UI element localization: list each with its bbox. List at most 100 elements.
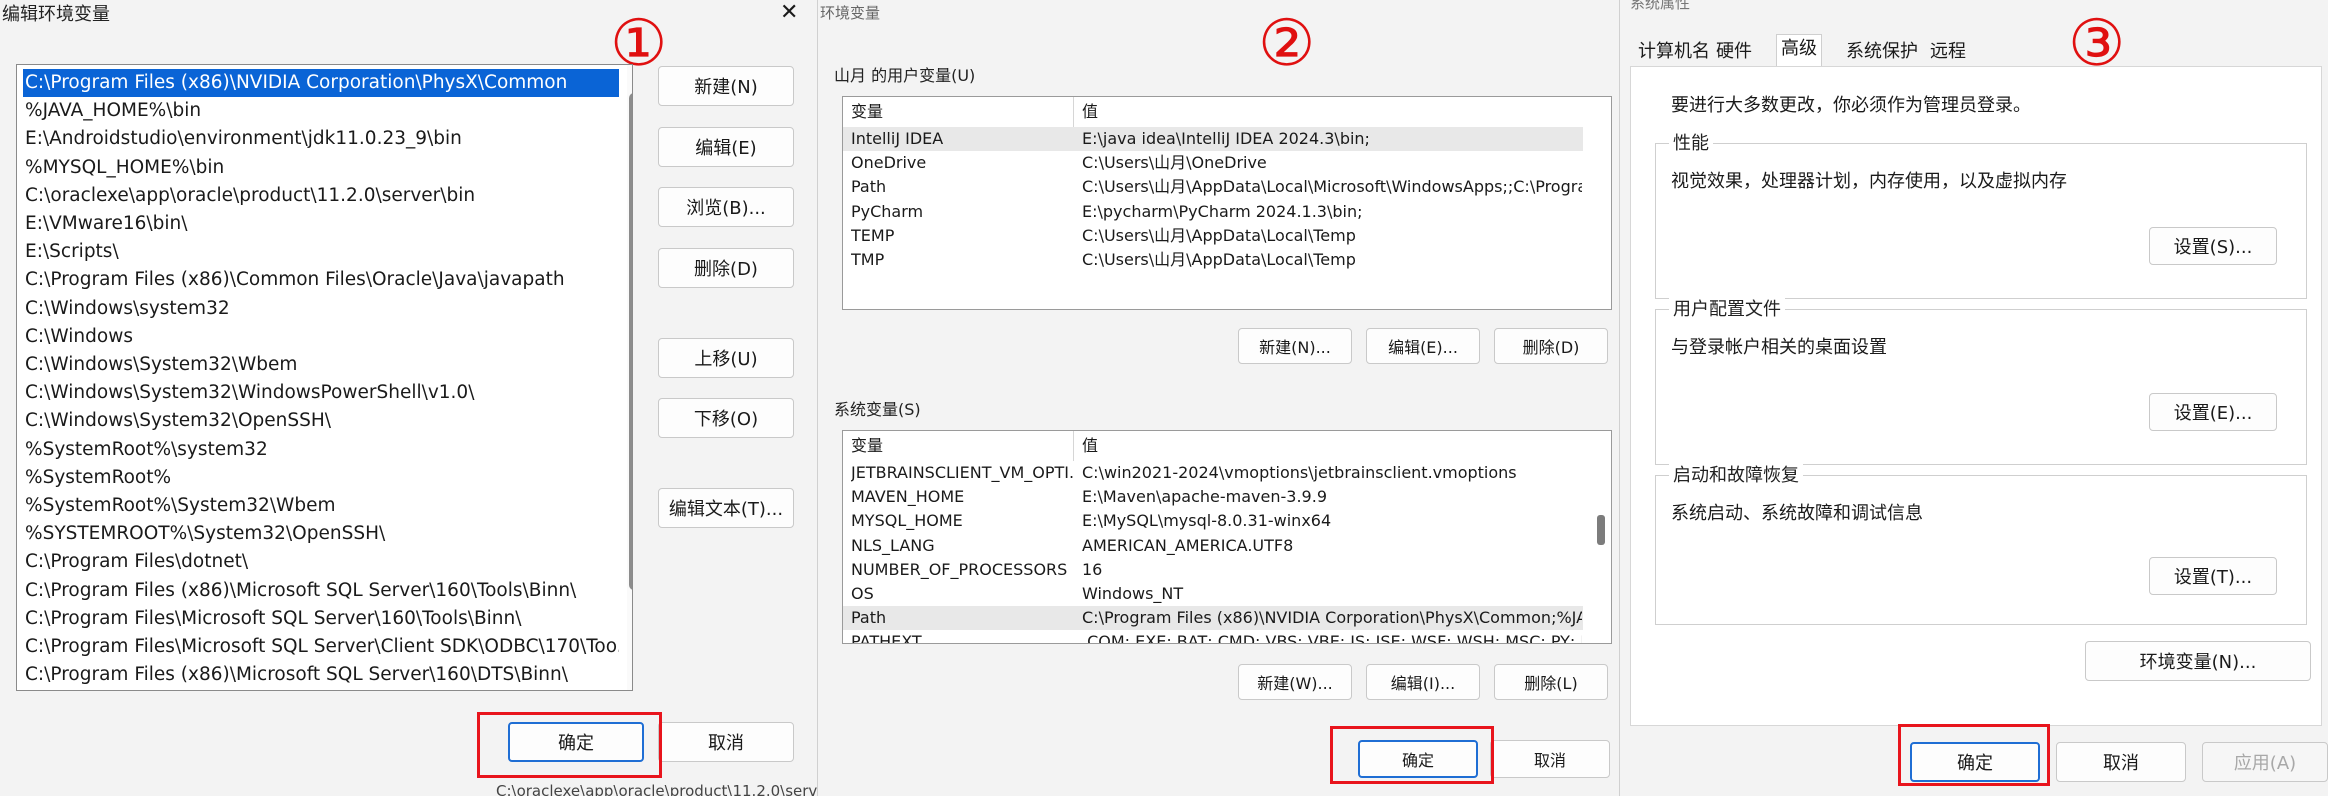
var-name: MYSQL_HOME [851, 511, 963, 531]
dialog-title: 系统属性 [1630, 0, 1691, 12]
path-list-item[interactable]: %SYSTEMROOT%\System32\OpenSSH\ [23, 520, 619, 548]
step-marker-2: ② [1258, 7, 1316, 81]
col-var-header: 变量 [851, 436, 884, 455]
edit-button[interactable]: 编辑(E) [658, 127, 794, 167]
performance-label: 性能 [1669, 129, 1713, 155]
system-new-button[interactable]: 新建(W)... [1238, 664, 1352, 700]
advanced-tab-content: 要进行大多数更改，你必须作为管理员登录。 性能 视觉效果，处理器计划，内存使用，… [1630, 66, 2322, 726]
column-divider [1073, 97, 1074, 127]
table-row[interactable]: NLS_LANG AMERICAN_AMERICA.UTF8 [843, 534, 1583, 558]
path-list-item[interactable]: C:\Program Files\dotnet\ [23, 548, 619, 576]
path-list-item[interactable]: E:\VMware16\bin\ [23, 210, 619, 238]
system-edit-button[interactable]: 编辑(I)... [1366, 664, 1480, 700]
startup-settings-button[interactable]: 设置(T)... [2149, 557, 2277, 595]
path-list-item[interactable]: C:\Windows\System32\OpenSSH\ [23, 407, 619, 435]
path-list-item[interactable]: C:\Windows\System32\WindowsPowerShell\v1… [23, 379, 619, 407]
path-list-item[interactable]: E:\Androidstudio\environment\jdk11.0.23_… [23, 125, 619, 153]
move-up-button[interactable]: 上移(U) [658, 338, 794, 378]
table-row[interactable]: Path C:\Users\山月\AppData\Local\Microsoft\… [843, 175, 1583, 199]
path-list-item[interactable]: C:\Windows\system32 [23, 295, 619, 323]
scrollbar-thumb[interactable] [629, 93, 632, 590]
browse-button[interactable]: 浏览(B)... [658, 187, 794, 227]
move-down-button[interactable]: 下移(O) [658, 398, 794, 438]
var-value: C:\win2021-2024\vmoptions\jetbrainsclien… [1082, 463, 1517, 482]
system-vars-label: 系统变量(S) [834, 400, 921, 419]
path-list-item[interactable]: C:\Program Files\Microsoft SQL Server\16… [23, 605, 619, 633]
table-row[interactable]: OS Windows_NT [843, 582, 1583, 606]
startup-group [1655, 475, 2307, 625]
dialog-title: 编辑环境变量 [2, 4, 110, 25]
table-row[interactable]: IntelliJ IDEA E:\java idea\IntelliJ IDEA … [843, 127, 1583, 151]
path-list-item[interactable]: C:\Program Files (x86)\Microsoft SQL Ser… [23, 577, 619, 605]
var-name: OneDrive [851, 153, 927, 173]
path-list-item[interactable]: C:\Windows\System32\Wbem [23, 351, 619, 379]
profile-settings-button[interactable]: 设置(E)... [2149, 393, 2277, 431]
var-name: OS [851, 584, 874, 603]
table-row[interactable]: OneDrive C:\Users\山月\OneDrive [843, 151, 1583, 175]
var-name: TMP [851, 250, 885, 269]
tab-remote[interactable]: 远程 [1926, 38, 1970, 66]
path-list-item[interactable]: %SystemRoot%\system32 [23, 436, 619, 464]
path-list-item[interactable]: C:\oraclexe\app\oracle\product\11.2.0\se… [23, 182, 619, 210]
table-row[interactable]: JETBRAINSCLIENT_VM_OPTI... C:\win2021-202… [843, 461, 1583, 485]
path-list-item[interactable]: %SystemRoot%\System32\Wbem [23, 492, 619, 520]
path-list-item[interactable]: C:\Program Files (x86)\Microsoft SQL Ser… [23, 661, 619, 689]
user-delete-button[interactable]: 删除(D) [1494, 328, 1608, 364]
path-list-item[interactable]: C:\Program Files (x86)\NVIDIA Corporatio… [23, 69, 619, 97]
cancel-button[interactable]: 取消 [658, 722, 794, 762]
var-name: MAVEN_HOME [851, 487, 965, 507]
env-vars-button[interactable]: 环境变量(N)... [2085, 641, 2311, 681]
var-value: C:\Users\山月\AppData\Local\Temp [1082, 225, 1356, 245]
cancel-button[interactable]: 取消 [1490, 740, 1610, 778]
var-value: E:\java idea\IntelliJ IDEA 2024.3\bin; [1082, 129, 1370, 148]
scrollbar-thumb[interactable] [1597, 515, 1605, 545]
new-button[interactable]: 新建(N) [658, 66, 794, 106]
var-value: E:\MySQL\mysql-8.0.31-winx64 [1082, 511, 1332, 531]
path-list[interactable]: C:\Program Files (x86)\NVIDIA Corporatio… [16, 64, 633, 691]
var-name: JETBRAINSCLIENT_VM_OPTI... [851, 463, 1073, 482]
cancel-button[interactable]: 取消 [2056, 742, 2186, 782]
user-vars-table[interactable]: 变量 值 IntelliJ IDEA E:\java idea\IntelliJ … [842, 96, 1612, 310]
table-row[interactable]: TEMP C:\Users\山月\AppData\Local\Temp [843, 224, 1583, 248]
performance-settings-button[interactable]: 设置(S)... [2149, 227, 2277, 265]
var-name: Path [851, 177, 887, 197]
var-name: PATHEXT [851, 632, 922, 644]
background-window-text: C:\oraclexe\app\oracle\product\11.2.0\se… [496, 782, 818, 796]
highlight-ok-1 [477, 712, 662, 778]
tab-system-protection[interactable]: 系统保护 [1842, 38, 1922, 66]
user-new-button[interactable]: 新建(N)... [1238, 328, 1352, 364]
tab-computer-name[interactable]: 计算机名 [1634, 38, 1714, 66]
close-icon[interactable]: ✕ [780, 0, 798, 25]
var-value: AMERICAN_AMERICA.UTF8 [1082, 535, 1294, 555]
col-var-header: 变量 [851, 102, 884, 121]
col-val-header: 值 [1082, 102, 1099, 121]
path-list-item[interactable]: C:\Program Files\Microsoft SQL Server\Cl… [23, 633, 619, 661]
delete-button[interactable]: 删除(D) [658, 248, 794, 288]
startup-desc: 系统启动、系统故障和调试信息 [1671, 503, 1923, 524]
edit-text-button[interactable]: 编辑文本(T)... [658, 488, 794, 528]
path-list-item[interactable]: %MYSQL_HOME%\bin [23, 154, 619, 182]
path-list-item[interactable]: %SystemRoot% [23, 464, 619, 492]
system-vars-table[interactable]: 变量 值 JETBRAINSCLIENT_VM_OPTI... C:\win202… [842, 430, 1612, 644]
var-value: E:\pycharm\PyCharm 2024.1.3\bin; [1082, 201, 1363, 221]
path-list-item[interactable]: C:\Windows [23, 323, 619, 351]
apply-button[interactable]: 应用(A) [2202, 742, 2328, 782]
table-row[interactable]: TMP C:\Users\山月\AppData\Local\Temp [843, 248, 1583, 272]
tab-hardware[interactable]: 硬件 [1712, 38, 1756, 66]
var-value: C:\Program Files (x86)\NVIDIA Corporatio… [1082, 608, 1582, 628]
user-edit-button[interactable]: 编辑(E)... [1366, 328, 1480, 364]
table-row[interactable]: PATHEXT .COM;.EXE;.BAT;.CMD;.VBS;.VBE;.JS… [843, 630, 1583, 644]
var-value: C:\Users\山月\OneDrive [1082, 153, 1267, 173]
path-list-item[interactable]: C:\Program Files (x86)\Common Files\Orac… [23, 266, 619, 294]
tab-advanced[interactable]: 高级 [1776, 34, 1822, 66]
table-row[interactable]: Path C:\Program Files (x86)\NVIDIA Corpor… [843, 606, 1583, 631]
table-row[interactable]: PyCharm E:\pycharm\PyCharm 2024.1.3\bin; [843, 200, 1583, 224]
table-row[interactable]: NUMBER_OF_PROCESSORS 16 [843, 558, 1583, 582]
var-value: .COM;.EXE;.BAT;.CMD;.VBS;.VBE;.JS;.JSE;.… [1082, 632, 1582, 644]
system-delete-button[interactable]: 删除(L) [1494, 664, 1608, 700]
path-list-item[interactable]: E:\Scripts\ [23, 238, 619, 266]
table-row[interactable]: MYSQL_HOME E:\MySQL\mysql-8.0.31-winx64 [843, 509, 1583, 533]
path-list-item[interactable]: %JAVA_HOME%\bin [23, 97, 619, 125]
column-divider [1073, 431, 1074, 461]
table-row[interactable]: MAVEN_HOME E:\Maven\apache-maven-3.9.9 [843, 485, 1583, 509]
